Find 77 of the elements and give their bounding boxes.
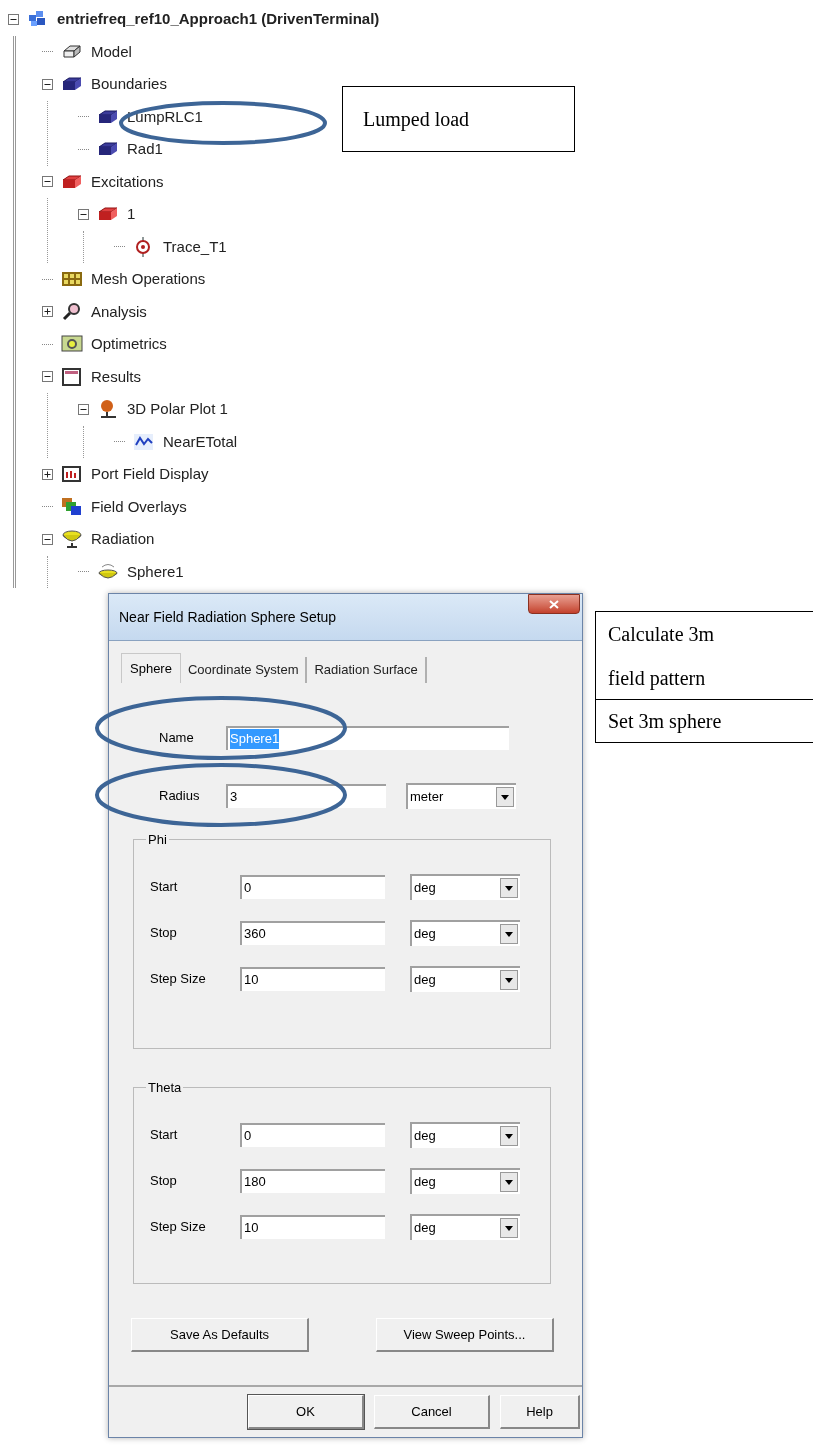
tree-item[interactable]: Rad1 — [127, 138, 163, 161]
tab[interactable]: Coordinate System — [180, 657, 308, 683]
tree-item[interactable]: Results — [91, 365, 142, 388]
field-label: Radius — [159, 787, 201, 806]
number-field[interactable]: 0 — [240, 875, 385, 899]
curve-icon — [133, 431, 155, 452]
bowl-icon — [97, 561, 119, 582]
unit-dropdown[interactable]: deg — [410, 1122, 520, 1148]
field-label: Name — [159, 729, 195, 748]
field-label: Step Size — [150, 970, 207, 989]
callout-box: Calculate 3m field pattern — [595, 611, 813, 700]
field-label: Step Size — [150, 1218, 207, 1237]
unit-dropdown[interactable]: deg — [410, 966, 520, 992]
number-field[interactable]: 360 — [240, 921, 385, 945]
collapse-icon[interactable] — [42, 176, 53, 188]
field-label: Stop — [150, 924, 178, 943]
number-field[interactable]: 10 — [240, 1215, 385, 1239]
collapse-icon[interactable] — [78, 208, 89, 220]
unit-dropdown[interactable]: deg — [410, 1168, 520, 1194]
dialog-button[interactable]: Help — [500, 1395, 580, 1429]
tree-item[interactable]: LumpRLC1 — [127, 105, 203, 128]
field-label: Stop — [150, 1172, 178, 1191]
window-title: Near Field Radiation Sphere Setup — [119, 607, 337, 627]
unit-dropdown[interactable]: deg — [410, 1214, 520, 1240]
tree-item[interactable]: Excitations — [91, 170, 164, 193]
callout-box: Set 3m sphere — [595, 699, 813, 743]
tree-item[interactable]: Port Field Display — [91, 463, 209, 486]
tree-item[interactable]: Optimetrics — [91, 333, 167, 356]
collapse-icon[interactable] — [42, 78, 53, 90]
unit-dropdown[interactable]: deg — [410, 920, 520, 946]
caret-icon — [505, 931, 513, 937]
tree-item[interactable]: Boundaries — [91, 73, 167, 96]
number-field[interactable]: 10 — [240, 967, 385, 991]
tree-item[interactable]: 1 — [127, 203, 136, 226]
dialog-button[interactable]: View Sweep Points... — [376, 1318, 554, 1352]
collapse-icon[interactable] — [42, 533, 53, 545]
unit-dropdown[interactable]: meter — [406, 783, 516, 809]
number-field[interactable]: 180 — [240, 1169, 385, 1193]
expand-icon[interactable] — [42, 306, 53, 318]
chart-icon — [61, 464, 83, 485]
collapse-icon[interactable] — [8, 13, 19, 25]
number-field[interactable]: 0 — [240, 1123, 385, 1147]
tab[interactable]: Radiation Surface — [307, 657, 427, 683]
magnifier-icon — [61, 301, 83, 322]
caret-icon — [505, 1133, 513, 1139]
tree-item[interactable]: 3D Polar Plot 1 — [127, 398, 228, 421]
expand-icon[interactable] — [42, 468, 53, 480]
caret-icon — [505, 885, 513, 891]
caret-icon — [505, 1225, 513, 1231]
close-button[interactable] — [528, 594, 580, 614]
tree-item[interactable]: entriefreq_ref10_Approach1 (DrivenTerminal) — [57, 8, 380, 31]
tree-item[interactable]: Trace_T1 — [163, 235, 227, 258]
tree-item[interactable]: Mesh Operations — [91, 268, 206, 291]
field-label: Start — [150, 1126, 179, 1145]
caret-icon — [501, 794, 509, 800]
collapse-icon[interactable] — [42, 371, 53, 383]
unit-dropdown[interactable]: deg — [410, 874, 520, 900]
tree-item[interactable]: Sphere1 — [127, 560, 184, 583]
caret-icon — [505, 1179, 513, 1185]
tree-item[interactable]: Radiation — [91, 528, 155, 551]
dialog-button[interactable]: Save As Defaults — [131, 1318, 309, 1352]
tree-item[interactable]: Analysis — [91, 300, 147, 323]
tree-item[interactable]: Field Overlays — [91, 495, 187, 518]
caret-icon — [505, 977, 513, 983]
close-icon — [549, 599, 559, 609]
tree-item[interactable]: Model — [91, 40, 132, 63]
tree-item[interactable]: NearETotal — [163, 430, 238, 453]
dialog-button[interactable]: Cancel — [374, 1395, 490, 1429]
callout-box: Lumped load — [342, 86, 575, 152]
chart-icon — [61, 366, 83, 387]
bowl-icon — [61, 529, 83, 550]
dialog-button[interactable]: OK — [248, 1395, 364, 1429]
layers-icon — [61, 496, 83, 517]
field-label: Start — [150, 878, 179, 897]
radius-field[interactable]: 3 — [226, 784, 386, 808]
tab[interactable]: Sphere — [121, 653, 181, 683]
collapse-icon[interactable] — [78, 403, 89, 415]
